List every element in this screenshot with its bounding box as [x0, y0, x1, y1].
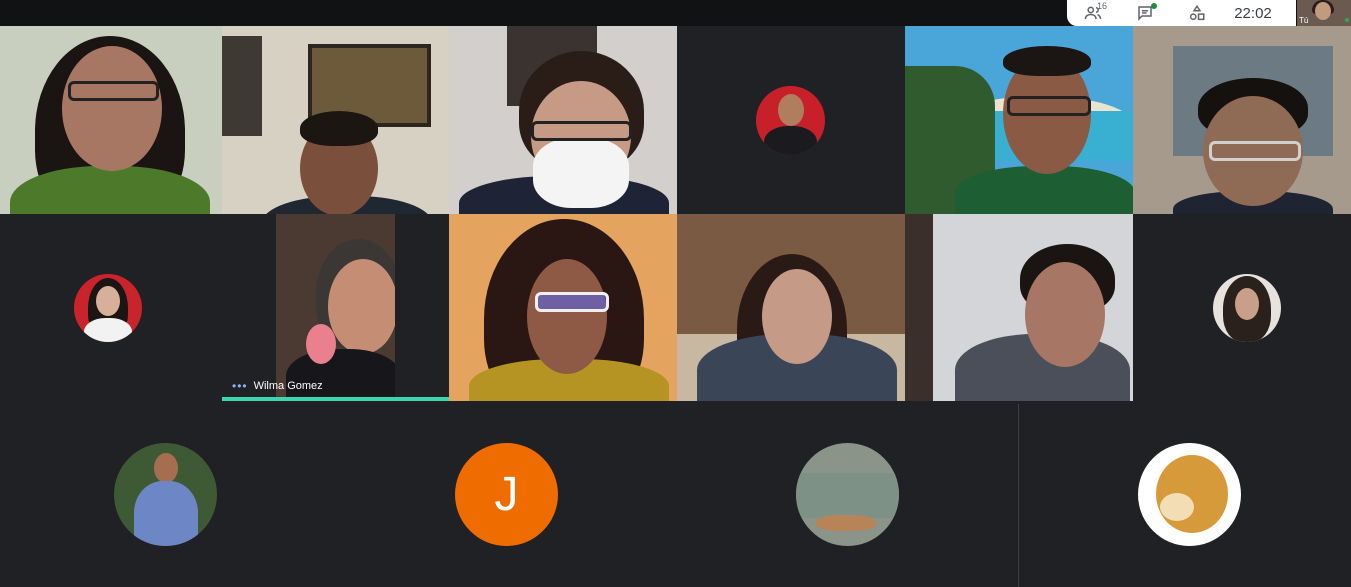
participant-tile-2[interactable]	[222, 26, 449, 214]
suit	[764, 126, 817, 155]
door-frame	[905, 214, 933, 401]
hair	[1003, 46, 1091, 76]
glasses	[1007, 96, 1091, 116]
face	[96, 286, 120, 316]
profile-avatar	[796, 443, 899, 546]
profile-avatar	[114, 443, 217, 546]
participants-count: 16	[1097, 1, 1108, 11]
participant-tile-10[interactable]	[677, 214, 905, 401]
self-status-dot	[1345, 18, 1349, 22]
participant-tile-9[interactable]	[449, 214, 677, 401]
blouse	[84, 318, 132, 342]
face	[328, 259, 395, 354]
glasses	[1209, 141, 1301, 161]
dog-muzzle	[1160, 493, 1194, 521]
self-view-thumbnail[interactable]: Tú	[1297, 0, 1351, 26]
shirt	[134, 481, 198, 546]
glasses	[531, 121, 632, 141]
speaking-indicator-icon: •••	[232, 379, 248, 393]
shapes-icon	[1189, 4, 1205, 21]
participant-tile-8[interactable]: ••• Wilma Gomez	[222, 214, 449, 401]
participant-name-label: ••• Wilma Gomez	[232, 379, 323, 393]
dog-head	[1156, 455, 1228, 533]
wall-frame	[222, 36, 262, 136]
self-face	[1315, 2, 1331, 20]
face	[154, 453, 178, 483]
hairbrush	[306, 324, 336, 364]
participant-tile-3[interactable]	[449, 26, 677, 214]
hair	[300, 111, 378, 146]
profile-avatar	[756, 86, 825, 155]
meeting-clock: 22:02	[1234, 4, 1272, 22]
meeting-toolbar: 16 22:02	[1067, 0, 1296, 26]
profile-avatar	[1138, 443, 1241, 546]
participant-tile-11[interactable]	[905, 214, 1133, 401]
activities-button[interactable]	[1171, 0, 1223, 26]
profile-avatar	[1213, 274, 1281, 342]
face	[1025, 262, 1105, 367]
participant-name: Wilma Gomez	[253, 380, 323, 392]
speaking-highlight-bar	[222, 397, 449, 401]
chat-notification-dot	[1151, 3, 1157, 9]
face	[778, 94, 804, 126]
rocks	[816, 515, 876, 531]
avatar-initial: J	[494, 468, 519, 521]
face	[527, 259, 607, 374]
participant-tile-14[interactable]: J	[337, 404, 677, 587]
participant-tile-5[interactable]	[905, 26, 1133, 214]
participant-tile-4[interactable]	[677, 26, 905, 214]
participant-tile-1[interactable]	[0, 26, 222, 214]
participant-tile-12[interactable]	[1133, 214, 1351, 401]
profile-avatar	[74, 274, 142, 342]
glasses	[68, 81, 159, 101]
participant-tile-15[interactable]	[677, 404, 1018, 587]
face	[1235, 288, 1259, 320]
video-feed	[276, 214, 395, 397]
participant-tile-6[interactable]	[1133, 26, 1351, 214]
water	[796, 473, 899, 518]
face-mask	[533, 138, 629, 208]
participant-tile-13[interactable]	[0, 404, 337, 587]
participants-button[interactable]: 16	[1067, 0, 1119, 26]
face	[762, 269, 832, 364]
self-label: Tú	[1299, 16, 1309, 25]
participant-tile-7[interactable]	[0, 214, 222, 401]
participant-tile-16[interactable]	[1019, 404, 1351, 587]
glasses	[535, 292, 609, 312]
chat-button[interactable]	[1119, 0, 1171, 26]
initial-avatar: J	[455, 443, 558, 546]
face	[62, 46, 162, 171]
